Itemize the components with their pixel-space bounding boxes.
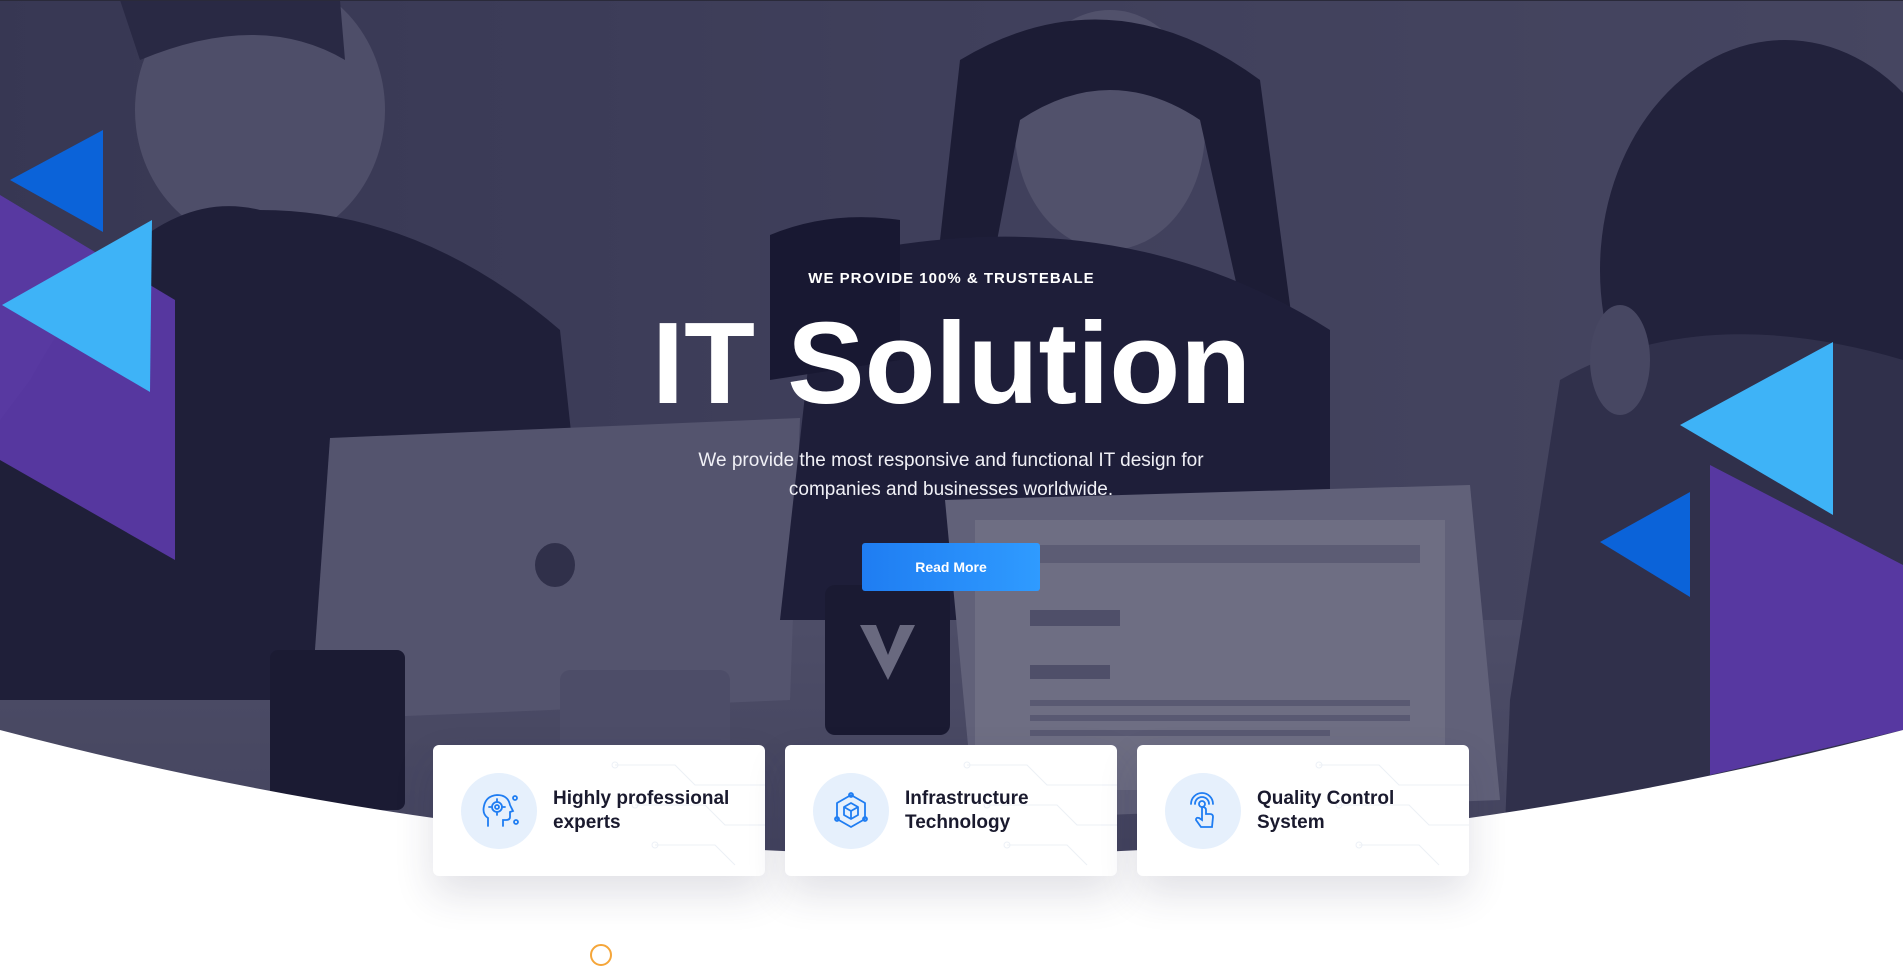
feature-title: Infrastructure Technology [905, 788, 1029, 833]
hero-subtitle: We provide the most responsive and funct… [698, 450, 1204, 500]
hero-headline: IT Solution [651, 298, 1252, 428]
feature-title: Highly professional experts [553, 788, 730, 833]
feature-title: Quality Control System [1257, 788, 1395, 833]
feature-card-professional-experts[interactable]: Highly professional experts [433, 745, 765, 876]
head-gear-icon [482, 794, 519, 827]
feature-card-quality-control[interactable]: Quality Control System [1137, 745, 1469, 876]
top-divider [0, 0, 1903, 1]
cube-network-icon-wrap [813, 773, 889, 849]
decorative-dot [590, 944, 612, 966]
feature-card-infrastructure-technology[interactable]: Infrastructure Technology [785, 745, 1117, 876]
head-gear-icon-wrap [461, 773, 537, 849]
touch-signal-icon [1190, 792, 1214, 828]
touch-signal-icon-wrap [1165, 773, 1241, 849]
read-more-button[interactable]: Read More [862, 543, 1040, 591]
cube-network-icon [834, 792, 868, 828]
hero-eyebrow: WE PROVIDE 100% & TRUSTEBALE [808, 270, 1095, 287]
